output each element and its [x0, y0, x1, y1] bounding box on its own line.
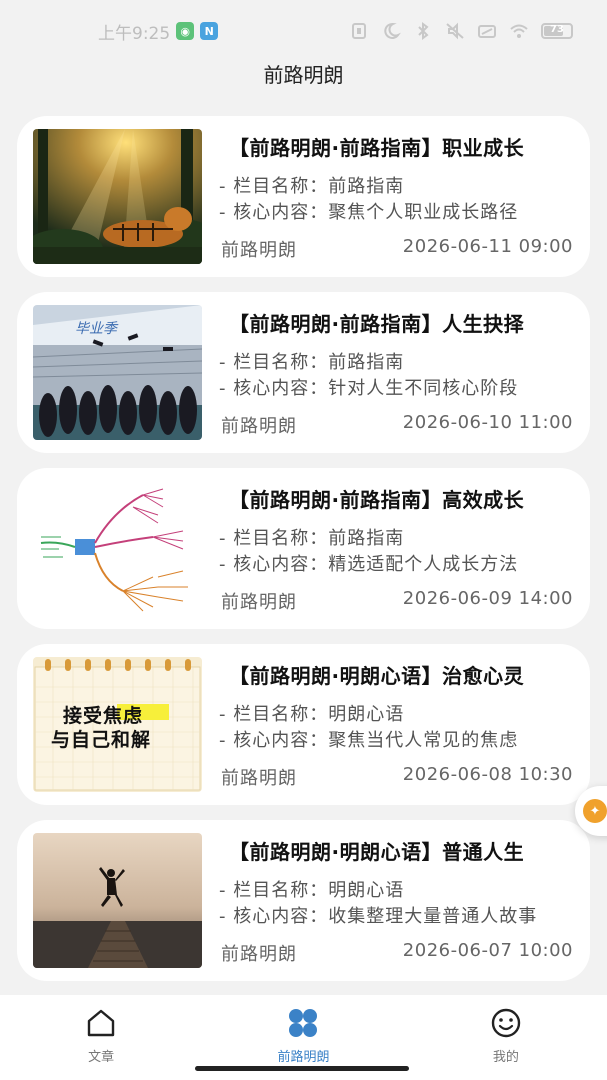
- article-title: 【前路明朗·前路指南】职业成长: [229, 136, 525, 160]
- nav-item-articles[interactable]: 文章: [0, 995, 202, 1080]
- article-title: 【前路明朗·明朗心语】治愈心灵: [229, 664, 525, 688]
- article-date: 2026-06-10 11:00: [402, 412, 573, 433]
- article-column: - 栏目名称：明朗心语: [219, 704, 405, 724]
- article-content: - 核心内容：聚焦个人职业成长路径: [219, 202, 519, 222]
- notebook-text-line-1: 接受焦虑: [63, 705, 144, 727]
- mindmap-image: [33, 481, 202, 616]
- nfc-notification-icon: N: [200, 22, 219, 40]
- nav-label-mine: 我的: [492, 1050, 519, 1065]
- graduation-image: 毕业季: [33, 305, 202, 440]
- article-source: 前路明朗: [221, 944, 297, 965]
- page-title: 前路明朗: [263, 63, 344, 87]
- vibrate-icon: [352, 23, 366, 39]
- tiger-forest-image: [33, 129, 202, 264]
- article-column: - 栏目名称：前路指南: [219, 176, 405, 196]
- status-right: 73: [349, 22, 573, 40]
- article-date: 2026-06-08 10:30: [402, 764, 573, 785]
- article-content: - 核心内容：收集整理大量普通人故事: [219, 906, 538, 926]
- article-content: - 核心内容：针对人生不同核心阶段: [219, 378, 519, 398]
- assistant-icon: ✦: [583, 799, 607, 823]
- article-title: 【前路明朗·前路指南】高效成长: [229, 488, 525, 512]
- article-date: 2026-06-07 10:00: [402, 940, 573, 961]
- article-card[interactable]: 接受焦虑 与自己和解 【前路明朗·明朗心语】治愈心灵 - 栏目名称：明朗心语 -…: [17, 644, 590, 805]
- mute-icon: [446, 22, 464, 40]
- notebook-image: 接受焦虑 与自己和解: [33, 657, 202, 792]
- article-card[interactable]: 【前路明朗·前路指南】职业成长 - 栏目名称：前路指南 - 核心内容：聚焦个人职…: [17, 116, 590, 277]
- smiley-icon: [491, 1008, 521, 1038]
- article-card[interactable]: 毕业季 【前路明朗·前路指南】人生抉择 - 栏目名称：前路指南 - 核心内容：针…: [17, 292, 590, 453]
- article-column: - 栏目名称：前路指南: [219, 352, 405, 372]
- article-title: 【前路明朗·前路指南】人生抉择: [229, 312, 525, 336]
- article-column: - 栏目名称：前路指南: [219, 528, 405, 548]
- home-icon: [87, 1009, 115, 1037]
- status-bar: 上午9:25 ◉ N 73: [0, 0, 607, 62]
- article-date: 2026-06-09 14:00: [402, 588, 573, 609]
- article-source: 前路明朗: [221, 768, 297, 789]
- nav-item-mine[interactable]: 我的: [405, 995, 607, 1080]
- nav-label-articles: 文章: [88, 1050, 115, 1065]
- battery-icon: 73: [541, 23, 573, 39]
- article-content: - 核心内容：聚焦当代人常见的焦虑: [219, 730, 519, 750]
- article-content: - 核心内容：精选适配个人成长方法: [219, 554, 519, 574]
- wifi-icon: [510, 24, 528, 38]
- home-indicator: [195, 1066, 409, 1071]
- article-source: 前路明朗: [221, 240, 297, 261]
- jumping-person-image: [33, 833, 202, 968]
- grid-icon: [289, 1009, 318, 1037]
- article-column: - 栏目名称：明朗心语: [219, 880, 405, 900]
- notebook-text-line-2: 与自己和解: [51, 729, 152, 751]
- battery-level: 73: [550, 24, 564, 35]
- status-time: 上午9:25: [98, 23, 171, 44]
- article-title: 【前路明朗·明朗心语】普通人生: [229, 840, 525, 864]
- nav-label-qianlu: 前路明朗: [277, 1050, 330, 1065]
- article-source: 前路明朗: [221, 592, 297, 613]
- sim-icon: [478, 25, 496, 38]
- bluetooth-icon: [418, 22, 429, 40]
- article-list: 【前路明朗·前路指南】职业成长 - 栏目名称：前路指南 - 核心内容：聚焦个人职…: [17, 116, 590, 996]
- article-card[interactable]: 【前路明朗·前路指南】高效成长 - 栏目名称：前路指南 - 核心内容：精选适配个…: [17, 468, 590, 629]
- article-date: 2026-06-11 09:00: [402, 236, 573, 257]
- article-card[interactable]: 【前路明朗·明朗心语】普通人生 - 栏目名称：明朗心语 - 核心内容：收集整理大…: [17, 820, 590, 981]
- wechat-notification-icon: ◉: [176, 22, 195, 40]
- article-source: 前路明朗: [221, 416, 297, 437]
- svg-text:毕业季: 毕业季: [75, 321, 119, 337]
- status-left: 上午9:25 ◉ N: [98, 19, 219, 44]
- moon-icon: [384, 22, 401, 39]
